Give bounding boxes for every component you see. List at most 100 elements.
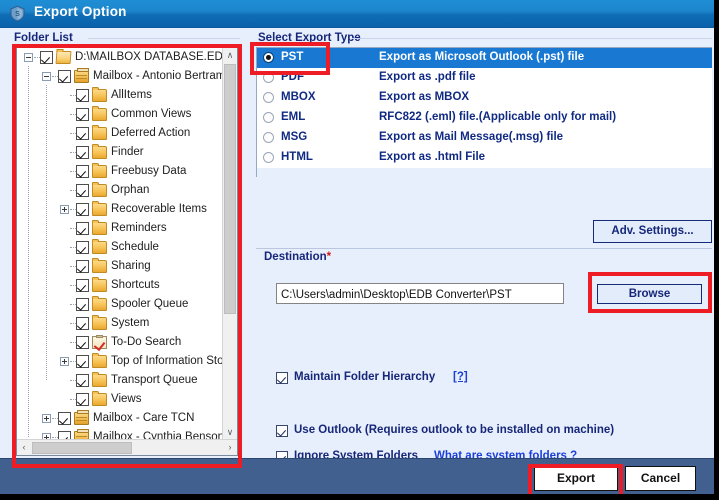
export-type-option-mbox[interactable]: MBOXExport as MBOX [257,88,712,108]
tree-item-checkbox[interactable] [76,241,89,254]
export-type-option-msg[interactable]: MSGExport as Mail Message(.msg) file [257,128,712,148]
tree-item[interactable]: Freebusy Data [17,162,223,181]
export-type-caption-rule [352,38,712,39]
tree-item[interactable]: Top of Information Store [17,352,223,371]
tree-item[interactable]: Views [17,390,223,409]
radio-icon[interactable] [263,92,274,103]
destination-caption-text: Destination [264,251,327,263]
tree-item-checkbox[interactable] [76,127,89,140]
scroll-down-arrow-icon[interactable]: ∨ [223,425,237,440]
tree-item-checkbox[interactable] [76,393,89,406]
tree-item-checkbox[interactable] [76,222,89,235]
scroll-up-arrow-icon[interactable]: ∧ [223,48,237,63]
tree-item-checkbox[interactable] [76,317,89,330]
tree-item-checkbox[interactable] [76,355,89,368]
tree-item-checkbox[interactable] [76,260,89,273]
folder-tree-viewport: D:\MAILBOX DATABASE.EDB Mailbox - Antonio… [17,48,223,440]
tree-item[interactable]: Deferred Action [17,124,223,143]
radio-icon[interactable] [263,72,274,83]
folder-icon [92,374,107,387]
tree-item[interactable]: Common Views [17,105,223,124]
tree-item[interactable]: System [17,314,223,333]
tree-item[interactable]: Spooler Queue [17,295,223,314]
folder-icon [92,317,107,330]
folder-tree-vertical-scrollbar[interactable]: ∧ ∨ [222,48,237,440]
scroll-left-arrow-icon[interactable]: ‹ [17,440,31,455]
tree-item-checkbox[interactable] [76,108,89,121]
tree-item[interactable]: Schedule [17,238,223,257]
scroll-right-arrow-icon[interactable]: › [223,440,237,455]
tree-guide-line [28,66,29,437]
tree-item[interactable]: Recoverable Items [17,200,223,219]
folder-open-icon [56,51,72,64]
tree-item-checkbox[interactable] [40,51,53,64]
tree-item[interactable]: Orphan [17,181,223,200]
tree-item-checkbox[interactable] [76,165,89,178]
tree-item-checkbox[interactable] [76,279,89,292]
tree-item-checkbox[interactable] [76,203,89,216]
export-type-description: Export as MBOX [379,91,469,103]
expand-icon[interactable] [60,357,69,366]
cancel-button[interactable]: Cancel [625,466,696,491]
adv-settings-button[interactable]: Adv. Settings... [593,220,712,243]
tree-item[interactable]: AllItems [17,86,223,105]
tree-item-checkbox[interactable] [76,336,89,349]
export-type-option-pst[interactable]: PSTExport as Microsoft Outlook (.pst) fi… [257,48,712,68]
svg-text:S: S [15,11,20,18]
tree-item[interactable]: Reminders [17,219,223,238]
tree-item[interactable]: Finder [17,143,223,162]
tree-item[interactable]: D:\MAILBOX DATABASE.EDB [17,48,223,67]
tree-item[interactable]: Shortcuts [17,276,223,295]
collapse-icon[interactable] [24,53,33,62]
use-outlook-label: Use Outlook (Requires outlook to be inst… [294,424,614,436]
maintain-hierarchy-checkbox[interactable] [276,372,288,384]
tree-item-label: Freebusy Data [111,164,186,179]
expand-icon[interactable] [42,414,51,423]
export-type-option-eml[interactable]: EMLRFC822 (.eml) file.(Applicable only f… [257,108,712,128]
collapse-icon[interactable] [42,72,51,81]
mailbox-icon [74,70,89,83]
tree-item-label: D:\MAILBOX DATABASE.EDB [75,50,223,65]
tree-item-checkbox[interactable] [58,412,71,425]
folder-icon [92,222,107,235]
tree-item-checkbox[interactable] [76,374,89,387]
export-list-filler [257,168,712,177]
vertical-scroll-thumb[interactable] [224,64,236,314]
tree-item[interactable]: Transport Queue [17,371,223,390]
folder-tree[interactable]: D:\MAILBOX DATABASE.EDB Mailbox - Antonio… [16,47,238,456]
tree-item-checkbox[interactable] [58,70,71,83]
tree-item-label: Recoverable Items [111,202,207,217]
folder-icon [92,108,107,121]
tree-item-checkbox[interactable] [76,298,89,311]
radio-icon[interactable] [263,112,274,123]
destination-path-input[interactable] [276,283,564,304]
use-outlook-checkbox[interactable] [276,425,288,437]
tree-item[interactable]: Mailbox - Care TCN [17,409,223,428]
expand-icon[interactable] [60,205,69,214]
export-type-list[interactable]: PSTExport as Microsoft Outlook (.pst) fi… [256,47,712,177]
browse-button[interactable]: Browse [597,284,702,304]
tree-item[interactable]: Mailbox - Antonio Bertram [17,67,223,86]
radio-icon[interactable] [263,52,274,63]
horizontal-scroll-thumb[interactable] [32,442,132,454]
folder-tree-horizontal-scrollbar[interactable]: ‹ › [17,439,237,455]
destination-required-mark: * [327,251,331,263]
folder-icon [92,184,107,197]
destination-separator [256,248,712,249]
export-type-option-html[interactable]: HTMLExport as .html File [257,148,712,168]
mailbox-icon [74,412,89,425]
tree-item-checkbox[interactable] [76,184,89,197]
radio-icon[interactable] [263,132,274,143]
radio-icon[interactable] [263,152,274,163]
maintain-hierarchy-help-link[interactable]: [?] [453,371,468,383]
folder-list-caption: Folder List [14,32,77,44]
tree-item[interactable]: To-Do Search [17,333,223,352]
tree-item-label: AllItems [111,88,152,103]
tree-item-checkbox[interactable] [76,146,89,159]
export-button[interactable]: Export [534,466,618,491]
todo-icon [92,336,107,349]
tree-item-checkbox[interactable] [76,89,89,102]
folder-icon [92,355,107,368]
export-type-option-pdf[interactable]: PDFExport as .pdf file [257,68,712,88]
tree-item[interactable]: Sharing [17,257,223,276]
